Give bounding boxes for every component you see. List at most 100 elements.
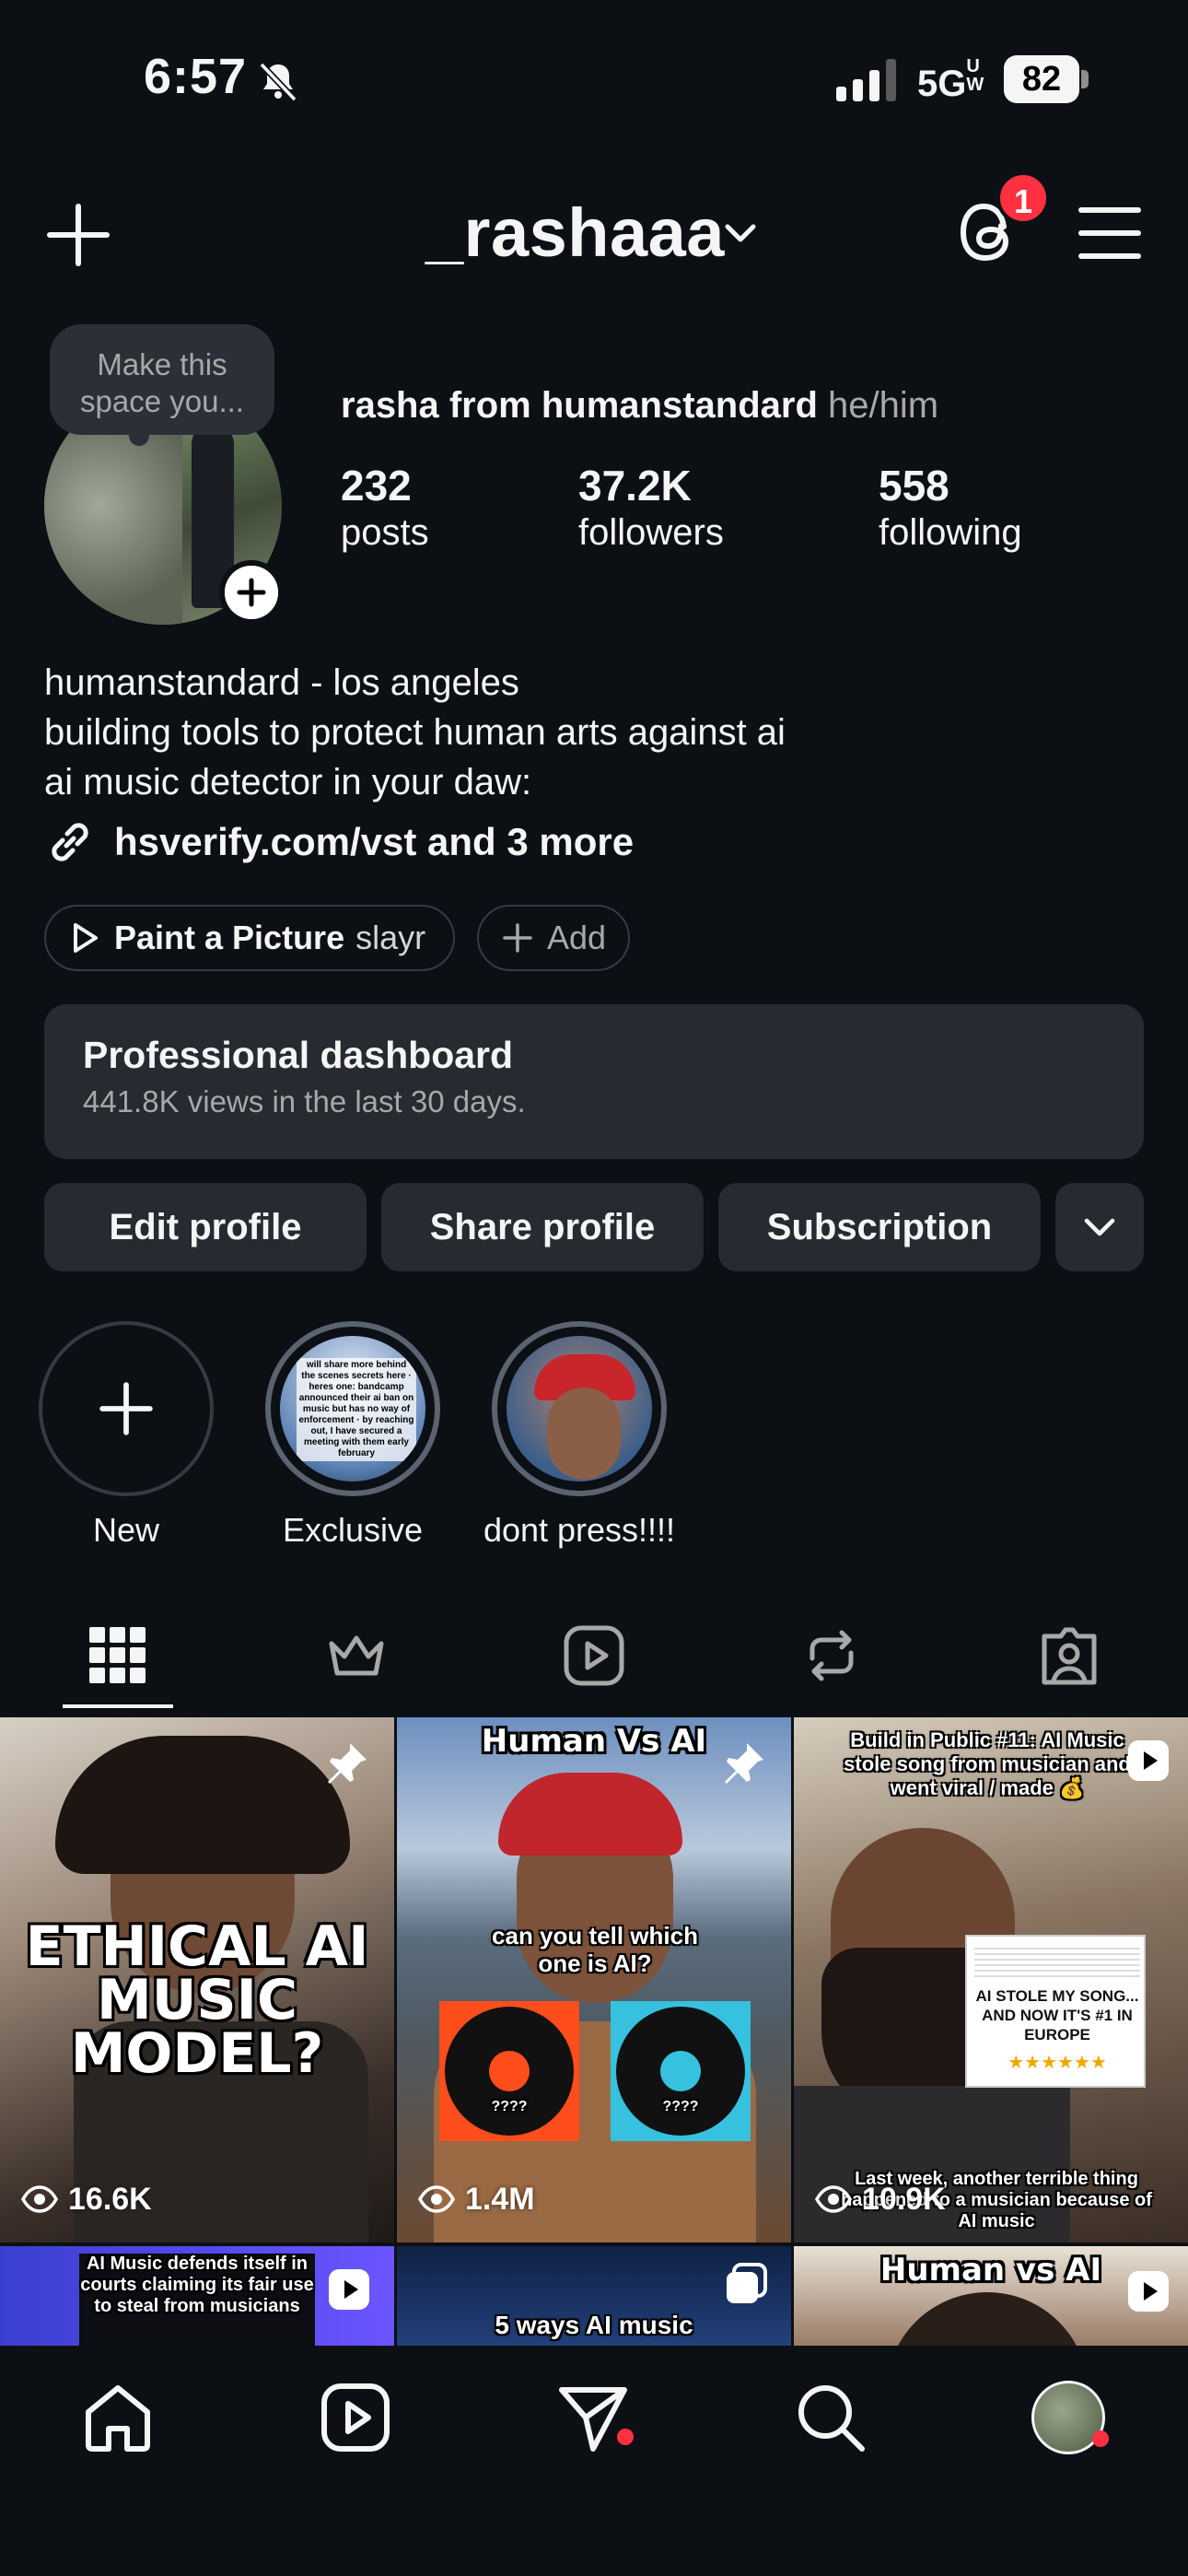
chevron-down-icon[interactable]: [724, 219, 757, 247]
network-label: 5GUW: [917, 56, 984, 104]
post-caption-top: Build in Public #11: AI Music stole song…: [844, 1728, 1131, 1799]
plus-icon: [503, 923, 532, 953]
post-card: AI STOLE MY SONG... AND NOW IT'S #1 IN E…: [965, 1935, 1146, 2088]
menu-icon[interactable]: [1077, 205, 1142, 262]
music-pill[interactable]: Paint a Picture slayr: [44, 905, 455, 971]
bio-line: ai music detector in your daw:: [44, 762, 532, 802]
post-caption: 5 ways AI music: [495, 2311, 693, 2339]
stat-label: following: [879, 512, 1022, 553]
full-name-text: rasha from humanstandard: [341, 385, 818, 426]
post-caption: AI Music defends itself in courts claimi…: [80, 2254, 314, 2316]
professional-dashboard[interactable]: Professional dashboard 441.8K views in t…: [44, 1004, 1144, 1159]
view-count: 10.9K: [814, 2180, 946, 2219]
bio: humanstandard - los angeles building too…: [44, 658, 786, 807]
add-story-button[interactable]: [219, 560, 284, 625]
battery-level: 82: [1004, 55, 1079, 103]
post-caption: ETHICAL AI MUSIC MODEL?: [25, 1914, 369, 2086]
stat-value: 37.2K: [578, 462, 692, 509]
view-count-text: 16.6K: [68, 2181, 152, 2217]
username-switcher[interactable]: _rashaaa: [425, 193, 725, 272]
pin-icon: [328, 1743, 367, 1784]
post-caption: can you tell which one is AI?: [492, 1922, 698, 1977]
pronouns: he/him: [828, 385, 939, 426]
highlight-dont-press[interactable]: [492, 1321, 667, 1496]
profile-notification-dot: [1092, 2430, 1109, 2447]
stat-value: 232: [341, 462, 412, 509]
reel-icon: [329, 2269, 369, 2310]
view-count: 16.6K: [20, 2180, 152, 2219]
repost-icon[interactable]: [799, 1623, 864, 1688]
grid-icon[interactable]: [86, 1623, 150, 1688]
full-name: rasha from humanstandard he/him: [341, 385, 938, 427]
highlight-label: Exclusive: [282, 1511, 424, 1549]
new-highlight-button[interactable]: [39, 1321, 214, 1496]
add-pill-button[interactable]: Add: [477, 905, 630, 971]
highlight-label: New: [92, 1511, 160, 1549]
reels-icon[interactable]: [562, 1623, 626, 1688]
note-bubble[interactable]: Make this space you...: [50, 324, 274, 435]
post-tile[interactable]: 5 ways AI music: [397, 2246, 791, 2346]
vinyl-label: ????: [662, 2099, 699, 2114]
highlight-exclusive[interactable]: will share more behind the scenes secret…: [265, 1321, 440, 1496]
plus-icon: [225, 566, 278, 619]
eye-icon: [20, 2185, 59, 2213]
plus-icon: [99, 1382, 153, 1435]
post-tile[interactable]: Human vs AI: [794, 2246, 1188, 2346]
reel-icon: [1128, 1740, 1169, 1781]
battery-icon: 82: [1004, 55, 1089, 103]
highlight-preview-text: will share more behind the scenes secret…: [297, 1358, 416, 1461]
notification-badge: 1: [996, 171, 1050, 225]
vinyl-right: ????: [611, 2001, 751, 2141]
search-icon[interactable]: [794, 2381, 868, 2454]
view-count-text: 10.9K: [862, 2181, 946, 2217]
vinyl-left: ????: [439, 2001, 579, 2141]
posts-count[interactable]: 232 posts: [341, 461, 429, 554]
following-count[interactable]: 558 following: [879, 461, 1022, 554]
stat-label: posts: [341, 512, 429, 553]
edit-profile-button[interactable]: Edit profile: [44, 1183, 367, 1271]
carousel-icon: [727, 2263, 767, 2303]
add-pill-label: Add: [546, 919, 606, 956]
view-count: 1.4M: [417, 2180, 535, 2219]
post-tile[interactable]: AI Music defends itself in courts claimi…: [0, 2246, 394, 2346]
active-tab-indicator: [63, 1704, 173, 1708]
direct-messages-icon[interactable]: [556, 2381, 630, 2454]
post-tile[interactable]: Human Vs AI can you tell which one is AI…: [397, 1717, 791, 2242]
link-text: hsverify.com/vst and 3 more: [114, 820, 635, 863]
suggestions-toggle-button[interactable]: [1055, 1183, 1144, 1271]
reel-icon: [1128, 2271, 1169, 2312]
tagged-icon[interactable]: [1037, 1623, 1101, 1688]
create-plus-icon[interactable]: [46, 203, 111, 267]
note-bubble-tail: [129, 426, 149, 446]
post-tile[interactable]: Build in Public #11: AI Music stole song…: [794, 1717, 1188, 2242]
pin-icon: [725, 1743, 763, 1784]
unread-dot: [617, 2429, 634, 2445]
signal-icon: [836, 59, 896, 101]
status-time: 6:57: [144, 49, 248, 104]
stars-icon: ★★★★★★: [1007, 2053, 1107, 2073]
song-artist: slayr: [355, 919, 426, 956]
link-icon: [52, 823, 88, 861]
crown-icon[interactable]: [324, 1623, 389, 1688]
share-profile-button[interactable]: Share profile: [381, 1183, 704, 1271]
eye-icon: [417, 2185, 456, 2213]
bio-line: humanstandard - los angeles: [44, 662, 519, 703]
vinyl-label: ????: [491, 2099, 528, 2114]
song-title: Paint a Picture: [114, 919, 345, 956]
view-count-text: 1.4M: [465, 2181, 535, 2217]
subscription-button[interactable]: Subscription: [718, 1183, 1041, 1271]
reels-icon[interactable]: [319, 2381, 392, 2454]
eye-icon: [814, 2185, 853, 2213]
bio-link[interactable]: hsverify.com/vst and 3 more: [44, 814, 634, 870]
home-icon[interactable]: [81, 2381, 155, 2454]
chevron-down-icon: [1084, 1218, 1115, 1236]
highlight-label: dont press!!!!: [483, 1511, 676, 1549]
post-card-text: AI STOLE MY SONG... AND NOW IT'S #1 IN E…: [975, 1987, 1139, 2043]
dashboard-title: Professional dashboard: [83, 1034, 514, 1076]
play-icon: [74, 923, 98, 953]
post-tile[interactable]: ETHICAL AI MUSIC MODEL? 16.6K: [0, 1717, 394, 2242]
bio-line: building tools to protect human arts aga…: [44, 712, 786, 753]
bell-muted-icon: [259, 62, 297, 102]
stat-label: followers: [578, 512, 724, 553]
followers-count[interactable]: 37.2K followers: [578, 461, 724, 554]
